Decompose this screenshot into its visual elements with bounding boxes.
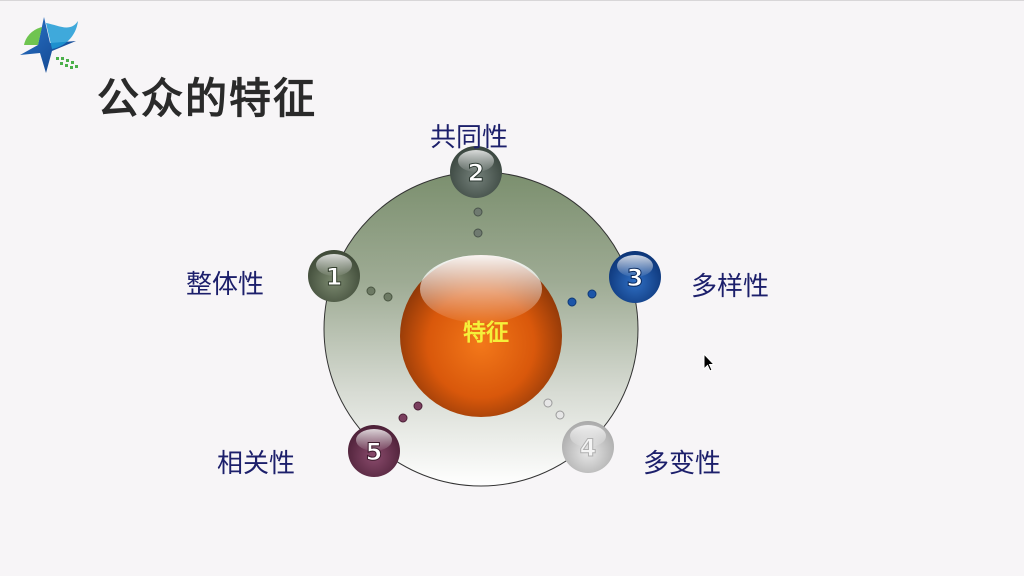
node-label-1: 整体性 xyxy=(186,270,265,300)
node-number-2: 2 xyxy=(468,159,485,187)
center-label: 特征 xyxy=(463,320,509,346)
slide: 公众的特征 2 1 3 4 5 特征 共同性 整体性 多样性 多变性 相关性 xyxy=(0,0,1024,576)
node-label-3: 多样性 xyxy=(691,272,770,302)
mouse-cursor-icon xyxy=(703,353,715,372)
node-number-4: 4 xyxy=(580,434,597,462)
node-label-4: 多变性 xyxy=(643,449,722,479)
node-number-3: 3 xyxy=(627,264,644,292)
feature-diagram: 2 1 3 4 5 xyxy=(308,146,661,487)
node-number-5: 5 xyxy=(366,438,383,466)
node-number-1: 1 xyxy=(326,263,343,291)
node-label-5: 相关性 xyxy=(217,449,296,479)
node-label-2: 共同性 xyxy=(430,123,509,153)
